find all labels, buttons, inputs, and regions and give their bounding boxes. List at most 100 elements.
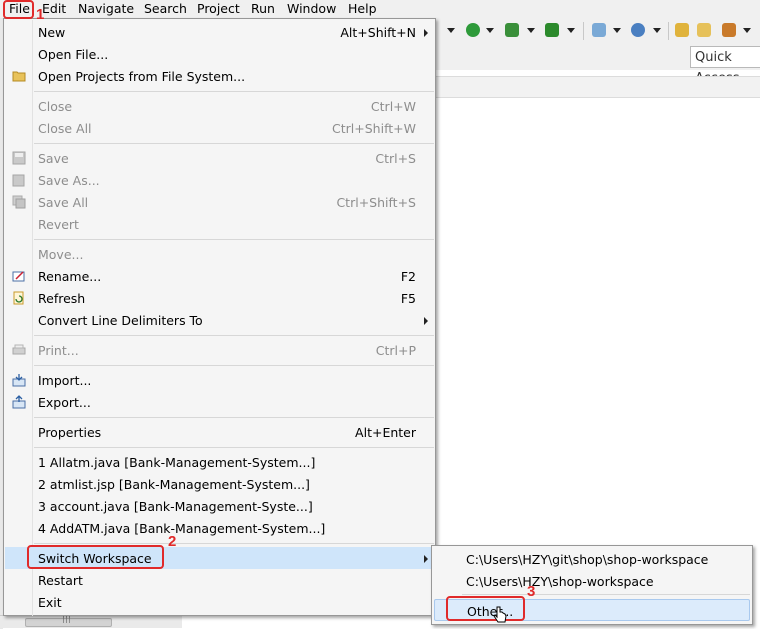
export-icon (12, 395, 26, 409)
menu-item-label: Convert Line Delimiters To (38, 313, 203, 328)
menu-item-recent-file-4[interactable]: 4 AddATM.java [Bank-Management-System...… (5, 517, 435, 539)
save-all-icon (12, 195, 26, 209)
quick-access-input[interactable]: Quick Access (690, 46, 760, 86)
menu-navigate[interactable]: Navigate (78, 1, 134, 17)
workspace-item-shop[interactable]: C:\Users\HZY\shop-workspace (434, 570, 750, 592)
menu-item-shortcut: Alt+Shift+N (340, 25, 416, 40)
submenu-arrow-icon (424, 29, 428, 37)
menu-item-open-file[interactable]: Open File... (5, 43, 435, 65)
menu-search[interactable]: Search (144, 1, 187, 17)
menu-item-label: Save All (38, 195, 89, 210)
open-folder-icon[interactable] (675, 23, 689, 37)
dropdown-arrow-icon[interactable] (613, 28, 621, 33)
menu-item-label: Save (38, 151, 69, 166)
menu-item-label: Open Projects from File System... (38, 69, 246, 84)
run-icon[interactable] (466, 23, 480, 37)
menubar: File Edit Navigate Search Project Run Wi… (0, 0, 760, 18)
menu-item-rename[interactable]: Rename... F2 (5, 265, 435, 287)
menu-separator (34, 447, 434, 448)
workspace-path: C:\Users\HZY\git\shop\shop-workspace (466, 552, 709, 567)
menu-item-label: Save As... (38, 173, 100, 188)
menu-item-label: Rename... (38, 269, 102, 284)
menu-item-move[interactable]: Move... (5, 243, 435, 265)
menu-item-recent-file-2[interactable]: 2 atmlist.jsp [Bank-Management-System...… (5, 473, 435, 495)
annotation-box-other (446, 596, 525, 621)
menu-item-shortcut: Ctrl+S (375, 151, 416, 166)
menu-edit[interactable]: Edit (42, 1, 66, 17)
menu-item-label: Revert (38, 217, 79, 232)
menu-item-label: 1 Allatm.java [Bank-Management-System...… (38, 455, 316, 470)
dropdown-arrow-icon[interactable] (653, 28, 661, 33)
menu-item-recent-file-3[interactable]: 3 account.java [Bank-Management-Syste...… (5, 495, 435, 517)
dropdown-arrow-icon[interactable] (567, 28, 575, 33)
menu-item-label: 3 account.java [Bank-Management-Syste...… (38, 499, 313, 514)
menu-item-label: Restart (38, 573, 83, 588)
menu-item-exit[interactable]: Exit (5, 591, 435, 613)
menu-item-label: 2 atmlist.jsp [Bank-Management-System...… (38, 477, 310, 492)
menu-item-shortcut: Alt+Enter (355, 425, 416, 440)
horizontal-scrollbar[interactable]: ||| (0, 614, 182, 628)
annotation-step-2: 2 (168, 533, 177, 550)
new-project-icon[interactable] (592, 23, 606, 37)
annotation-step-1: 1 (36, 6, 45, 23)
dropdown-arrow-icon[interactable] (447, 28, 455, 33)
menu-item-label: Close (38, 99, 73, 114)
menu-item-save-as[interactable]: Save As... (5, 169, 435, 191)
menu-run[interactable]: Run (251, 1, 275, 17)
menu-separator (34, 365, 434, 366)
toolbar-separator (668, 22, 669, 40)
submenu-arrow-icon (424, 317, 428, 325)
save-icon (12, 151, 26, 165)
menu-item-properties[interactable]: Properties Alt+Enter (5, 421, 435, 443)
menu-item-shortcut: F5 (400, 291, 416, 306)
coverage-icon[interactable] (505, 23, 519, 37)
editor-tab-strip (435, 76, 760, 98)
menu-item-label: Refresh (38, 291, 86, 306)
menu-item-shortcut: Ctrl+Shift+S (336, 195, 416, 210)
menu-item-label: New (38, 25, 66, 40)
menu-separator (34, 543, 434, 544)
menu-separator (34, 335, 434, 336)
menu-separator (34, 417, 434, 418)
external-tools-icon[interactable] (545, 23, 559, 37)
menu-separator (462, 594, 750, 595)
menu-item-shortcut: F2 (400, 269, 416, 284)
menu-window[interactable]: Window (287, 1, 336, 17)
toolbar-separator (583, 22, 584, 40)
menu-item-import[interactable]: Import... (5, 369, 435, 391)
annotation-box-switch-workspace (27, 545, 164, 569)
menu-item-shortcut: Ctrl+Shift+W (332, 121, 416, 136)
folder-icon[interactable] (697, 23, 711, 37)
dropdown-arrow-icon[interactable] (527, 28, 535, 33)
menu-item-label: Properties (38, 425, 102, 440)
menu-item-label: Open File... (38, 47, 109, 62)
menu-item-print[interactable]: Print... Ctrl+P (5, 339, 435, 361)
pen-icon[interactable] (722, 23, 736, 37)
file-menu: New Alt+Shift+N Open File... Open Projec… (3, 18, 436, 616)
menu-item-refresh[interactable]: Refresh F5 (5, 287, 435, 309)
menu-help[interactable]: Help (348, 1, 377, 17)
menu-item-new[interactable]: New Alt+Shift+N (5, 21, 435, 43)
menu-item-export[interactable]: Export... (5, 391, 435, 413)
menu-item-save-all[interactable]: Save All Ctrl+Shift+S (5, 191, 435, 213)
menu-item-close[interactable]: Close Ctrl+W (5, 95, 435, 117)
save-as-icon (12, 174, 25, 187)
server-icon[interactable] (631, 23, 645, 37)
menu-item-label: Move... (38, 247, 84, 262)
print-icon (12, 344, 26, 355)
menu-item-label: Print... (38, 343, 79, 358)
menu-item-recent-file-1[interactable]: 1 Allatm.java [Bank-Management-System...… (5, 451, 435, 473)
menu-item-save[interactable]: Save Ctrl+S (5, 147, 435, 169)
menu-item-close-all[interactable]: Close All Ctrl+Shift+W (5, 117, 435, 139)
menu-item-label: Import... (38, 373, 92, 388)
workspace-item-shop-git[interactable]: C:\Users\HZY\git\shop\shop-workspace (434, 548, 750, 570)
dropdown-arrow-icon[interactable] (486, 28, 494, 33)
dropdown-arrow-icon[interactable] (743, 28, 751, 33)
menu-item-revert[interactable]: Revert (5, 213, 435, 235)
menu-project[interactable]: Project (197, 1, 240, 17)
menu-item-open-projects[interactable]: Open Projects from File System... (5, 65, 435, 87)
menu-item-convert-line-delimiters[interactable]: Convert Line Delimiters To (5, 309, 435, 331)
menu-item-label: Export... (38, 395, 91, 410)
menu-item-shortcut: Ctrl+W (370, 99, 416, 114)
menu-item-restart[interactable]: Restart (5, 569, 435, 591)
